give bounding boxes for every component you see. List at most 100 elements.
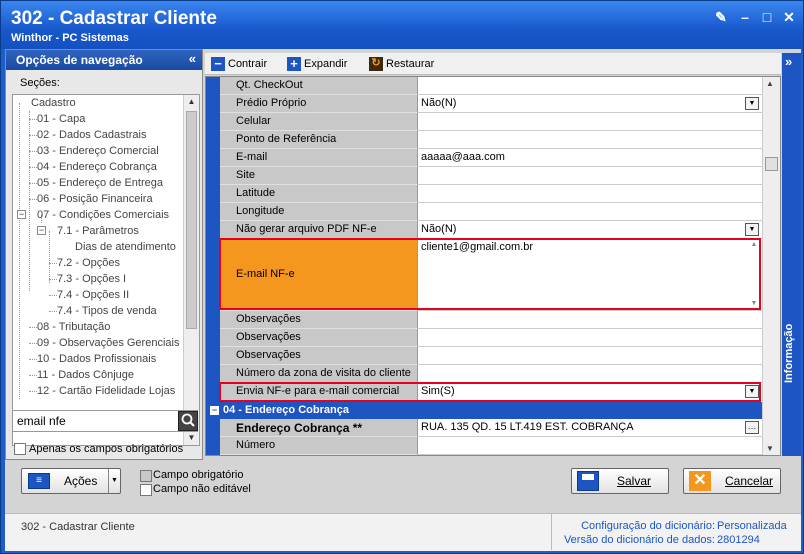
maximize-button[interactable]: □	[759, 9, 775, 25]
ellipsis-icon[interactable]: …	[745, 421, 759, 434]
restaurar-button[interactable]: ↻ Restaurar	[369, 56, 434, 72]
row-value[interactable]	[418, 131, 762, 149]
tree-item-endereco-entrega[interactable]: 05 - Endereço de Entrega	[37, 175, 163, 191]
row-value[interactable]	[418, 203, 762, 221]
tree-item-dias-atendimento[interactable]: Dias de atendimento	[75, 239, 176, 255]
collapse-toggle-icon[interactable]: −	[17, 210, 26, 219]
tree-item-endereco-cobranca[interactable]: 04 - Endereço Cobrança	[37, 159, 157, 175]
tree-item-opcoes[interactable]: 7.2 - Opções	[57, 255, 120, 271]
tree-item-observacoes-gerenciais[interactable]: 09 - Observações Gerenciais	[37, 335, 179, 351]
grid-row: Site	[220, 167, 762, 185]
tree-item-dados-cadastrais[interactable]: 02 - Dados Cadastrais	[37, 127, 146, 143]
salvar-button[interactable]: Salvar	[571, 468, 669, 494]
cancelar-button[interactable]: ✕ Cancelar	[683, 468, 781, 494]
scroll-thumb[interactable]	[765, 157, 778, 171]
search-input[interactable]: email nfe	[12, 410, 198, 432]
row-label: Prédio Próprio	[220, 95, 418, 113]
status-screen-name: 302 - Cadastrar Cliente	[21, 521, 135, 533]
predio-proprio-select[interactable]: Não(N) ▼	[418, 95, 762, 113]
tree-item-tipos-venda[interactable]: 7.4 - Tipos de venda	[57, 303, 157, 319]
scroll-thumb[interactable]	[186, 111, 197, 329]
legend-required-label: Campo obrigatório	[153, 469, 244, 481]
grid-scrollbar[interactable]: ▲ ▼	[762, 77, 780, 455]
restore-icon: ↻	[369, 57, 383, 71]
row-value[interactable]	[418, 167, 762, 185]
endereco-cobranca-label: Endereço Cobrança **	[220, 419, 418, 437]
row-value[interactable]	[418, 329, 762, 347]
legend-readonly-label: Campo não editável	[153, 483, 251, 495]
salvar-label: Salvar	[617, 474, 652, 488]
title-bar: 302 - Cadastrar Cliente Winthor - PC Sis…	[1, 1, 803, 49]
cancel-icon: ✕	[689, 471, 711, 491]
grid-row: Longitude	[220, 203, 762, 221]
plus-icon: +	[287, 57, 301, 71]
row-value[interactable]	[418, 113, 762, 131]
actions-icon: ≡	[28, 473, 50, 489]
row-value[interactable]	[418, 347, 762, 365]
scroll-up-icon[interactable]: ▲	[184, 95, 199, 109]
select-value: Não(N)	[421, 223, 457, 235]
acoes-button[interactable]: ≡ Ações ▼	[21, 468, 121, 494]
config-label: Configuração do dicionário:	[581, 520, 715, 532]
tree-item-capa[interactable]: 01 - Capa	[37, 111, 85, 127]
tree-scrollbar[interactable]: ▲ ▼	[183, 95, 199, 445]
dropdown-arrow-icon[interactable]: ▼	[745, 223, 759, 236]
row-value[interactable]	[418, 365, 762, 383]
window-title: 302 - Cadastrar Cliente	[11, 8, 217, 29]
collapse-toggle-icon[interactable]: −	[37, 226, 46, 235]
info-side-panel[interactable]: » Informação	[782, 53, 801, 456]
search-icon[interactable]	[178, 411, 198, 431]
endereco-cobranca-field[interactable]: RUA. 135 QD. 15 LT.419 EST. COBRANÇA…	[418, 419, 762, 437]
row-label: E-mail	[220, 149, 418, 167]
highlight-envia-nfe	[219, 382, 761, 402]
tree-item-cadastro[interactable]: Cadastro	[31, 95, 76, 111]
row-label: Não gerar arquivo PDF NF-e	[220, 221, 418, 239]
row-value[interactable]	[418, 185, 762, 203]
status-bar: 302 - Cadastrar Cliente Configuração do …	[5, 513, 801, 551]
tree-item-opcoes-ii[interactable]: 7.4 - Opções II	[57, 287, 129, 303]
close-button[interactable]: ✕	[781, 9, 797, 25]
row-value[interactable]	[418, 77, 762, 95]
app-window: 302 - Cadastrar Cliente Winthor - PC Sis…	[0, 0, 804, 554]
tree-item-cartao-fidelidade[interactable]: 12 - Cartão Fidelidade Lojas	[37, 383, 175, 399]
scroll-down-icon[interactable]: ▼	[184, 431, 199, 445]
tree-item-dados-profissionais[interactable]: 10 - Dados Profissionais	[37, 351, 156, 367]
row-value[interactable]	[418, 311, 762, 329]
tree-item-tributacao[interactable]: 08 - Tributação	[37, 319, 110, 335]
tree-item-dados-conjuge[interactable]: 11 - Dados Cônjuge	[37, 367, 134, 383]
expand-info-icon[interactable]: »	[785, 54, 792, 69]
tree-item-opcoes-i[interactable]: 7.3 - Opções I	[57, 271, 126, 287]
expandir-button[interactable]: + Expandir	[287, 56, 347, 72]
grid-row: Latitude	[220, 185, 762, 203]
edit-window-icon[interactable]: ✎	[713, 9, 729, 25]
collapse-group-icon[interactable]: −	[210, 406, 219, 415]
grid-toolbar: − Contrair + Expandir ↻ Restaurar	[205, 53, 781, 75]
version-label: Versão do dicionário de dados:	[563, 534, 715, 546]
numero-field[interactable]	[418, 437, 762, 455]
dropdown-arrow-icon[interactable]: ▼	[745, 97, 759, 110]
collapse-nav-icon[interactable]: «	[189, 51, 196, 66]
tree-item-posicao-financeira[interactable]: 06 - Posição Financeira	[37, 191, 153, 207]
select-value: Não(N)	[421, 97, 457, 109]
bottom-bar: ≡ Ações ▼ Campo obrigatório Campo não ed…	[5, 460, 801, 508]
nao-gerar-pdf-select[interactable]: Não(N) ▼	[418, 221, 762, 239]
scroll-down-icon[interactable]: ▼	[766, 444, 774, 453]
tree-item-parametros[interactable]: 7.1 - Parâmetros	[57, 223, 139, 239]
save-icon	[577, 471, 599, 491]
tree-item-endereco-comercial[interactable]: 03 - Endereço Comercial	[37, 143, 159, 159]
contrair-button[interactable]: − Contrair	[211, 56, 267, 72]
minimize-button[interactable]: –	[737, 9, 753, 25]
only-required-checkbox[interactable]	[14, 443, 26, 455]
grid-row: Observações	[220, 329, 762, 347]
scroll-up-icon[interactable]: ▲	[766, 79, 774, 88]
group-header-endereco-cobranca[interactable]: −04 - Endereço Cobrança	[206, 402, 762, 419]
window-subtitle: Winthor - PC Sistemas	[11, 32, 129, 44]
email-field[interactable]: aaaaa@aaa.com	[418, 149, 762, 167]
sections-label: Seções:	[20, 77, 60, 89]
row-label: Observações	[220, 347, 418, 365]
dropdown-arrow-icon[interactable]: ▼	[108, 469, 120, 493]
grid-row: Número	[220, 437, 762, 455]
nav-header-label: Opções de navegação	[16, 53, 143, 67]
acoes-label: Ações	[64, 474, 98, 488]
tree-item-condicoes-comerciais[interactable]: 07 - Condições Comerciais	[37, 207, 169, 223]
